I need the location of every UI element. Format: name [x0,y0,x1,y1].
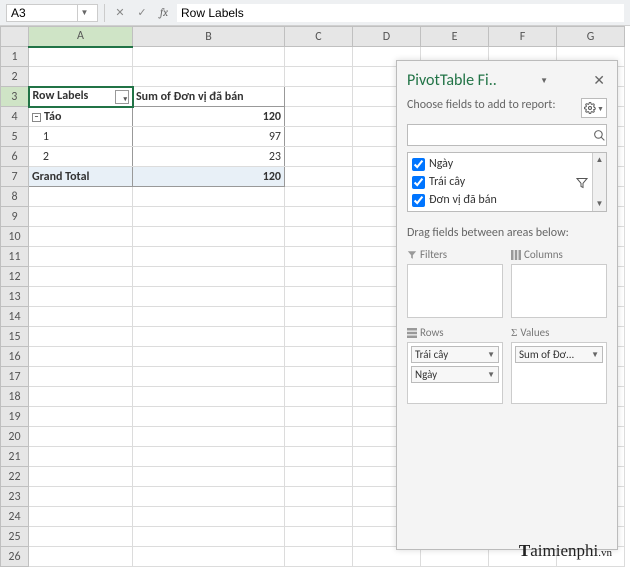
scroll-up-icon[interactable]: ▲ [593,153,606,167]
sigma-icon: Σ [511,326,517,339]
row-header-13[interactable]: 13 [1,287,29,307]
fx-icon[interactable]: fx [155,4,173,22]
fields-list-box: NgàyTrái câyĐơn vị đã bán ▲ ▼ [407,152,607,212]
row-header-24[interactable]: 24 [1,507,29,527]
name-box-input[interactable] [7,6,77,20]
formula-bar: ▼ ✕ ✓ fx [0,0,630,26]
field-Ngày[interactable]: Ngày [412,155,590,173]
field-Đơn vị đã bán[interactable]: Đơn vị đã bán [412,191,590,209]
row-header-18[interactable]: 18 [1,387,29,407]
row-header-1[interactable]: 1 [1,47,29,67]
chip-dropdown-icon[interactable]: ▼ [487,370,495,380]
fields-scrollbar[interactable]: ▲ ▼ [592,153,606,211]
columns-dropzone[interactable] [511,264,607,318]
filters-area: Filters [407,248,503,318]
cancel-icon: ✕ [111,4,129,22]
gear-icon [584,102,596,114]
row-header-11[interactable]: 11 [1,247,29,267]
rows-dropzone[interactable]: Trái cây▼ Ngày▼ [407,342,503,404]
row-header-26[interactable]: 26 [1,547,29,567]
row-header-5[interactable]: 5 [1,127,29,147]
values-chip[interactable]: Sum of Đơ...▼ [515,346,603,363]
pivot-grand-total[interactable]: Grand Total [29,167,133,187]
row-header-9[interactable]: 9 [1,207,29,227]
close-icon[interactable]: ✕ [591,72,607,89]
pivot-group-total[interactable]: 120 [133,107,285,127]
rows-area: Rows Trái cây▼Ngày▼ [407,326,503,404]
row-header-20[interactable]: 20 [1,427,29,447]
pivot-rowlabels-header[interactable]: Row Labels [29,87,133,107]
gear-button[interactable]: ▼ [581,98,607,118]
enter-icon: ✓ [133,4,151,22]
row-header-4[interactable]: 4 [1,107,29,127]
rows-chip[interactable]: Ngày▼ [411,366,499,383]
row-header-2[interactable]: 2 [1,67,29,87]
pivot-group[interactable]: −Táo [29,107,133,127]
pivot-fields-panel: PivotTable Fi.. ▼ ✕ Choose fields to add… [396,60,618,550]
panel-title-dropdown-icon[interactable]: ▼ [540,76,548,86]
row-header-21[interactable]: 21 [1,447,29,467]
namebox-dropdown-icon[interactable]: ▼ [77,5,91,21]
field-search[interactable] [407,124,607,146]
col-header-F[interactable]: F [489,27,557,47]
select-all-corner[interactable] [1,27,29,47]
columns-icon [511,250,521,260]
field-checkbox[interactable] [412,158,425,171]
field-Trái cây[interactable]: Trái cây [412,173,590,191]
row-header-17[interactable]: 17 [1,367,29,387]
rows-chip[interactable]: Trái cây▼ [411,346,499,363]
col-header-C[interactable]: C [285,27,353,47]
row-header-10[interactable]: 10 [1,227,29,247]
panel-subtitle: Choose fields to add to report: [407,98,581,112]
field-checkbox[interactable] [412,194,425,207]
col-header-D[interactable]: D [353,27,421,47]
rows-icon [407,328,417,338]
row-header-14[interactable]: 14 [1,307,29,327]
pivot-row-1[interactable]: 1 [29,127,133,147]
col-header-B[interactable]: B [133,27,285,47]
rowlabels-filter-icon[interactable] [115,90,129,104]
row-header-16[interactable]: 16 [1,347,29,367]
chevron-down-icon: ▼ [597,104,604,113]
name-box[interactable]: ▼ [6,4,98,22]
values-area: ΣValues Sum of Đơ...▼ [511,326,607,404]
row-header-12[interactable]: 12 [1,267,29,287]
field-filter-icon[interactable] [576,177,588,189]
search-icon[interactable] [593,125,606,145]
columns-area: Columns [511,248,607,318]
filters-dropzone[interactable] [407,264,503,318]
pivot-row-2[interactable]: 2 [29,147,133,167]
row-header-23[interactable]: 23 [1,487,29,507]
collapse-icon[interactable]: − [32,113,41,122]
row-header-19[interactable]: 19 [1,407,29,427]
col-header-E[interactable]: E [421,27,489,47]
col-header-A[interactable]: A [29,27,133,47]
panel-title: PivotTable Fi.. [407,71,497,90]
row-header-22[interactable]: 22 [1,467,29,487]
field-checkbox[interactable] [412,176,425,189]
values-dropzone[interactable]: Sum of Đơ...▼ [511,342,607,404]
row-header-7[interactable]: 7 [1,167,29,187]
row-header-15[interactable]: 15 [1,327,29,347]
scroll-down-icon[interactable]: ▼ [593,197,606,211]
row-header-25[interactable]: 25 [1,527,29,547]
formula-input[interactable] [177,4,624,22]
drag-hint: Drag fields between areas below: [407,226,607,240]
watermark: Taimienphi.vn [519,541,612,561]
field-search-input[interactable] [408,125,593,145]
chip-dropdown-icon[interactable]: ▼ [487,350,495,360]
chip-dropdown-icon[interactable]: ▼ [591,350,599,360]
funnel-icon [407,250,417,260]
row-header-6[interactable]: 6 [1,147,29,167]
divider [104,4,105,22]
pivot-sum-header[interactable]: Sum of Đơn vị đã bán [133,87,285,107]
row-header-3[interactable]: 3 [1,87,29,107]
row-header-8[interactable]: 8 [1,187,29,207]
col-header-G[interactable]: G [557,27,625,47]
